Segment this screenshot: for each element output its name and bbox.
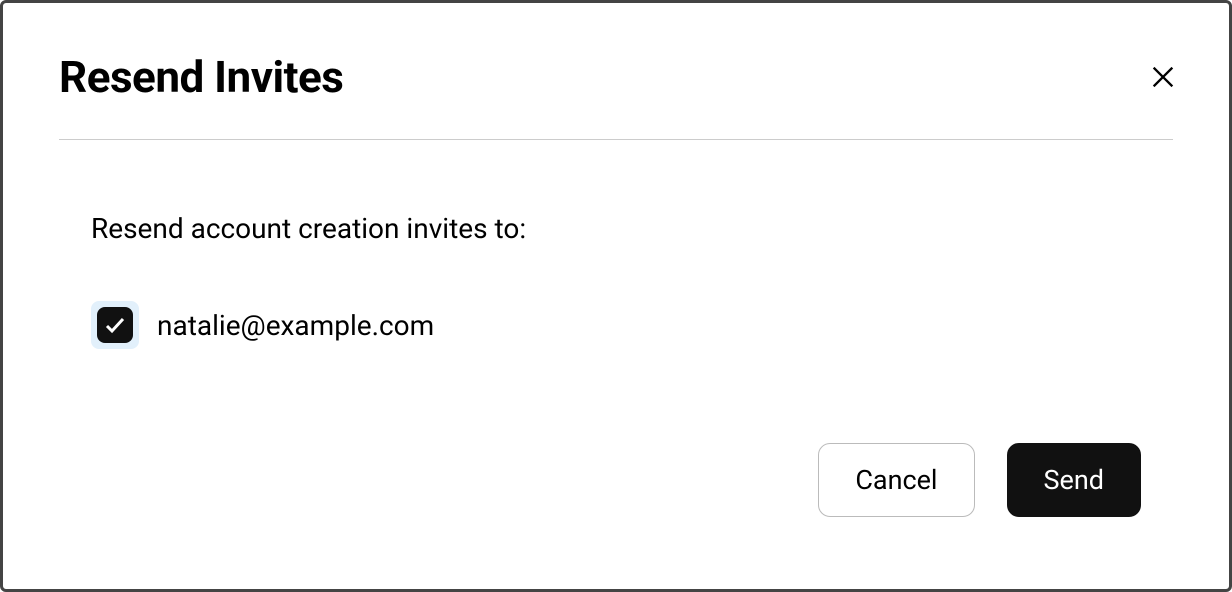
send-button[interactable]: Send	[1007, 443, 1142, 517]
checkbox-checked-icon	[97, 307, 133, 343]
recipient-checkbox[interactable]	[91, 301, 139, 349]
close-icon	[1149, 63, 1177, 91]
cancel-button[interactable]: Cancel	[818, 443, 974, 517]
modal-title: Resend Invites	[59, 51, 343, 103]
recipient-row: natalie@example.com	[91, 301, 1173, 349]
prompt-text: Resend account creation invites to:	[91, 212, 1173, 245]
modal-header: Resend Invites	[59, 51, 1173, 140]
recipient-email: natalie@example.com	[157, 309, 434, 342]
resend-invites-modal: Resend Invites Resend account creation i…	[3, 3, 1229, 589]
modal-footer: Cancel Send	[59, 443, 1173, 541]
modal-body: Resend account creation invites to: nata…	[59, 140, 1173, 443]
close-button[interactable]	[1145, 59, 1181, 98]
